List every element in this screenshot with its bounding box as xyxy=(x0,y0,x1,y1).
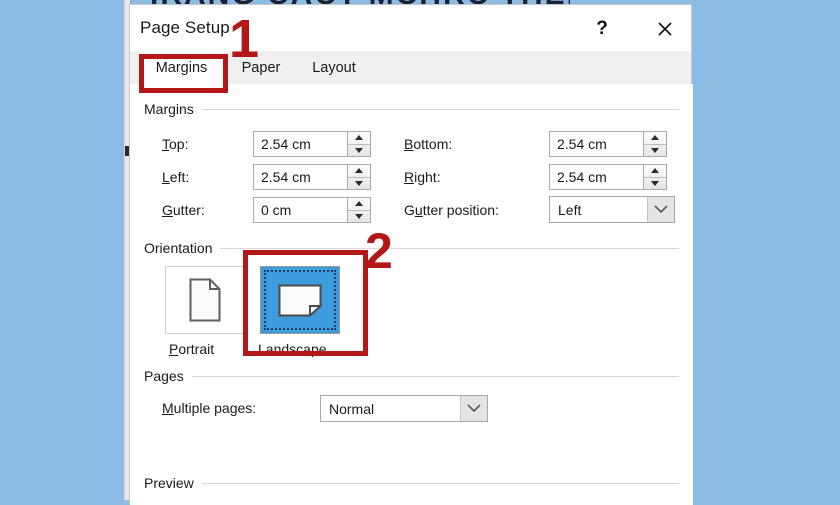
label-bottom-rest: ottom: xyxy=(413,136,453,152)
pages-group-title: Pages xyxy=(144,368,184,384)
annotation-box-landscape xyxy=(243,250,368,356)
spinner-down-icon[interactable] xyxy=(644,178,666,190)
group-rule xyxy=(201,482,679,484)
label-gp-a: G xyxy=(404,202,415,218)
orientation-label-portrait[interactable]: Portrait xyxy=(169,341,214,357)
label-multiple-pages: Multiple pages: xyxy=(162,400,257,416)
field-top[interactable]: 2.54 cm xyxy=(253,131,371,157)
orientation-label-portrait-rest: ortrait xyxy=(178,341,215,357)
field-gutter-spinner[interactable] xyxy=(347,198,370,222)
label-gp-b: tter position: xyxy=(422,202,499,218)
field-gutter-position-value: Left xyxy=(558,201,582,218)
dialog-title: Page Setup xyxy=(140,18,230,37)
field-gutter-value[interactable]: 0 cm xyxy=(254,198,347,222)
label-multiple-pages-rest: ultiple pages: xyxy=(173,400,257,416)
spinner-up-icon[interactable] xyxy=(348,198,370,211)
field-bottom-value[interactable]: 2.54 cm xyxy=(550,132,643,156)
label-gutter-position: Gutter position: xyxy=(404,202,499,218)
annotation-box-margins-tab xyxy=(139,54,228,93)
spinner-down-icon[interactable] xyxy=(644,145,666,157)
field-bottom-spinner[interactable] xyxy=(643,132,666,156)
label-top-rest: op: xyxy=(169,136,189,152)
label-left-rest: eft: xyxy=(169,169,190,185)
spinner-up-icon[interactable] xyxy=(644,132,666,145)
spinner-up-icon[interactable] xyxy=(348,165,370,178)
annotation-number-1: 1 xyxy=(229,9,260,69)
spinner-up-icon[interactable] xyxy=(644,165,666,178)
spinner-down-icon[interactable] xyxy=(348,145,370,157)
margins-group-header: Margins xyxy=(144,101,679,117)
tab-layout-label: Layout xyxy=(312,60,356,76)
field-left-value[interactable]: 2.54 cm xyxy=(254,165,347,189)
field-multiple-pages[interactable]: Normal xyxy=(320,395,488,422)
chevron-down-icon[interactable] xyxy=(460,396,487,421)
label-gutter-rest: utter: xyxy=(172,202,205,218)
field-right-value[interactable]: 2.54 cm xyxy=(550,165,643,189)
field-left[interactable]: 2.54 cm xyxy=(253,164,371,190)
field-right[interactable]: 2.54 cm xyxy=(549,164,667,190)
label-top: Top: xyxy=(162,136,189,152)
label-left: Left: xyxy=(162,169,190,185)
field-gutter[interactable]: 0 cm xyxy=(253,197,371,223)
orientation-option-portrait[interactable] xyxy=(165,266,245,334)
label-right-rest: ight: xyxy=(414,169,441,185)
tab-layout[interactable]: Layout xyxy=(298,51,370,85)
close-icon[interactable] xyxy=(648,15,682,43)
field-left-spinner[interactable] xyxy=(347,165,370,189)
spinner-down-icon[interactable] xyxy=(348,178,370,190)
field-top-spinner[interactable] xyxy=(347,132,370,156)
field-right-spinner[interactable] xyxy=(643,165,666,189)
pages-group-header: Pages xyxy=(144,368,679,384)
group-rule xyxy=(191,375,679,377)
chevron-down-icon[interactable] xyxy=(647,197,674,222)
portrait-page-icon xyxy=(189,278,221,322)
field-bottom[interactable]: 2.54 cm xyxy=(549,131,667,157)
margins-tab-pane: Margins Top: 2.54 cm Bottom: 2.54 cm Lef… xyxy=(130,85,693,505)
label-right: Right: xyxy=(404,169,441,185)
dialog-titlebar: Page Setup ? xyxy=(130,5,691,51)
group-rule xyxy=(201,108,679,110)
label-bottom: Bottom: xyxy=(404,136,453,152)
field-gutter-position[interactable]: Left xyxy=(549,196,675,223)
label-gutter: Gutter: xyxy=(162,202,205,218)
spinner-down-icon[interactable] xyxy=(348,211,370,223)
preview-group-header: Preview xyxy=(144,475,679,491)
help-glyph: ? xyxy=(596,18,608,39)
margins-group-title: Margins xyxy=(144,101,194,117)
field-multiple-pages-value: Normal xyxy=(329,400,375,417)
field-top-value[interactable]: 2.54 cm xyxy=(254,132,347,156)
help-icon[interactable]: ? xyxy=(585,15,619,43)
annotation-number-2: 2 xyxy=(365,223,393,279)
preview-group-title: Preview xyxy=(144,475,194,491)
spinner-up-icon[interactable] xyxy=(348,132,370,145)
